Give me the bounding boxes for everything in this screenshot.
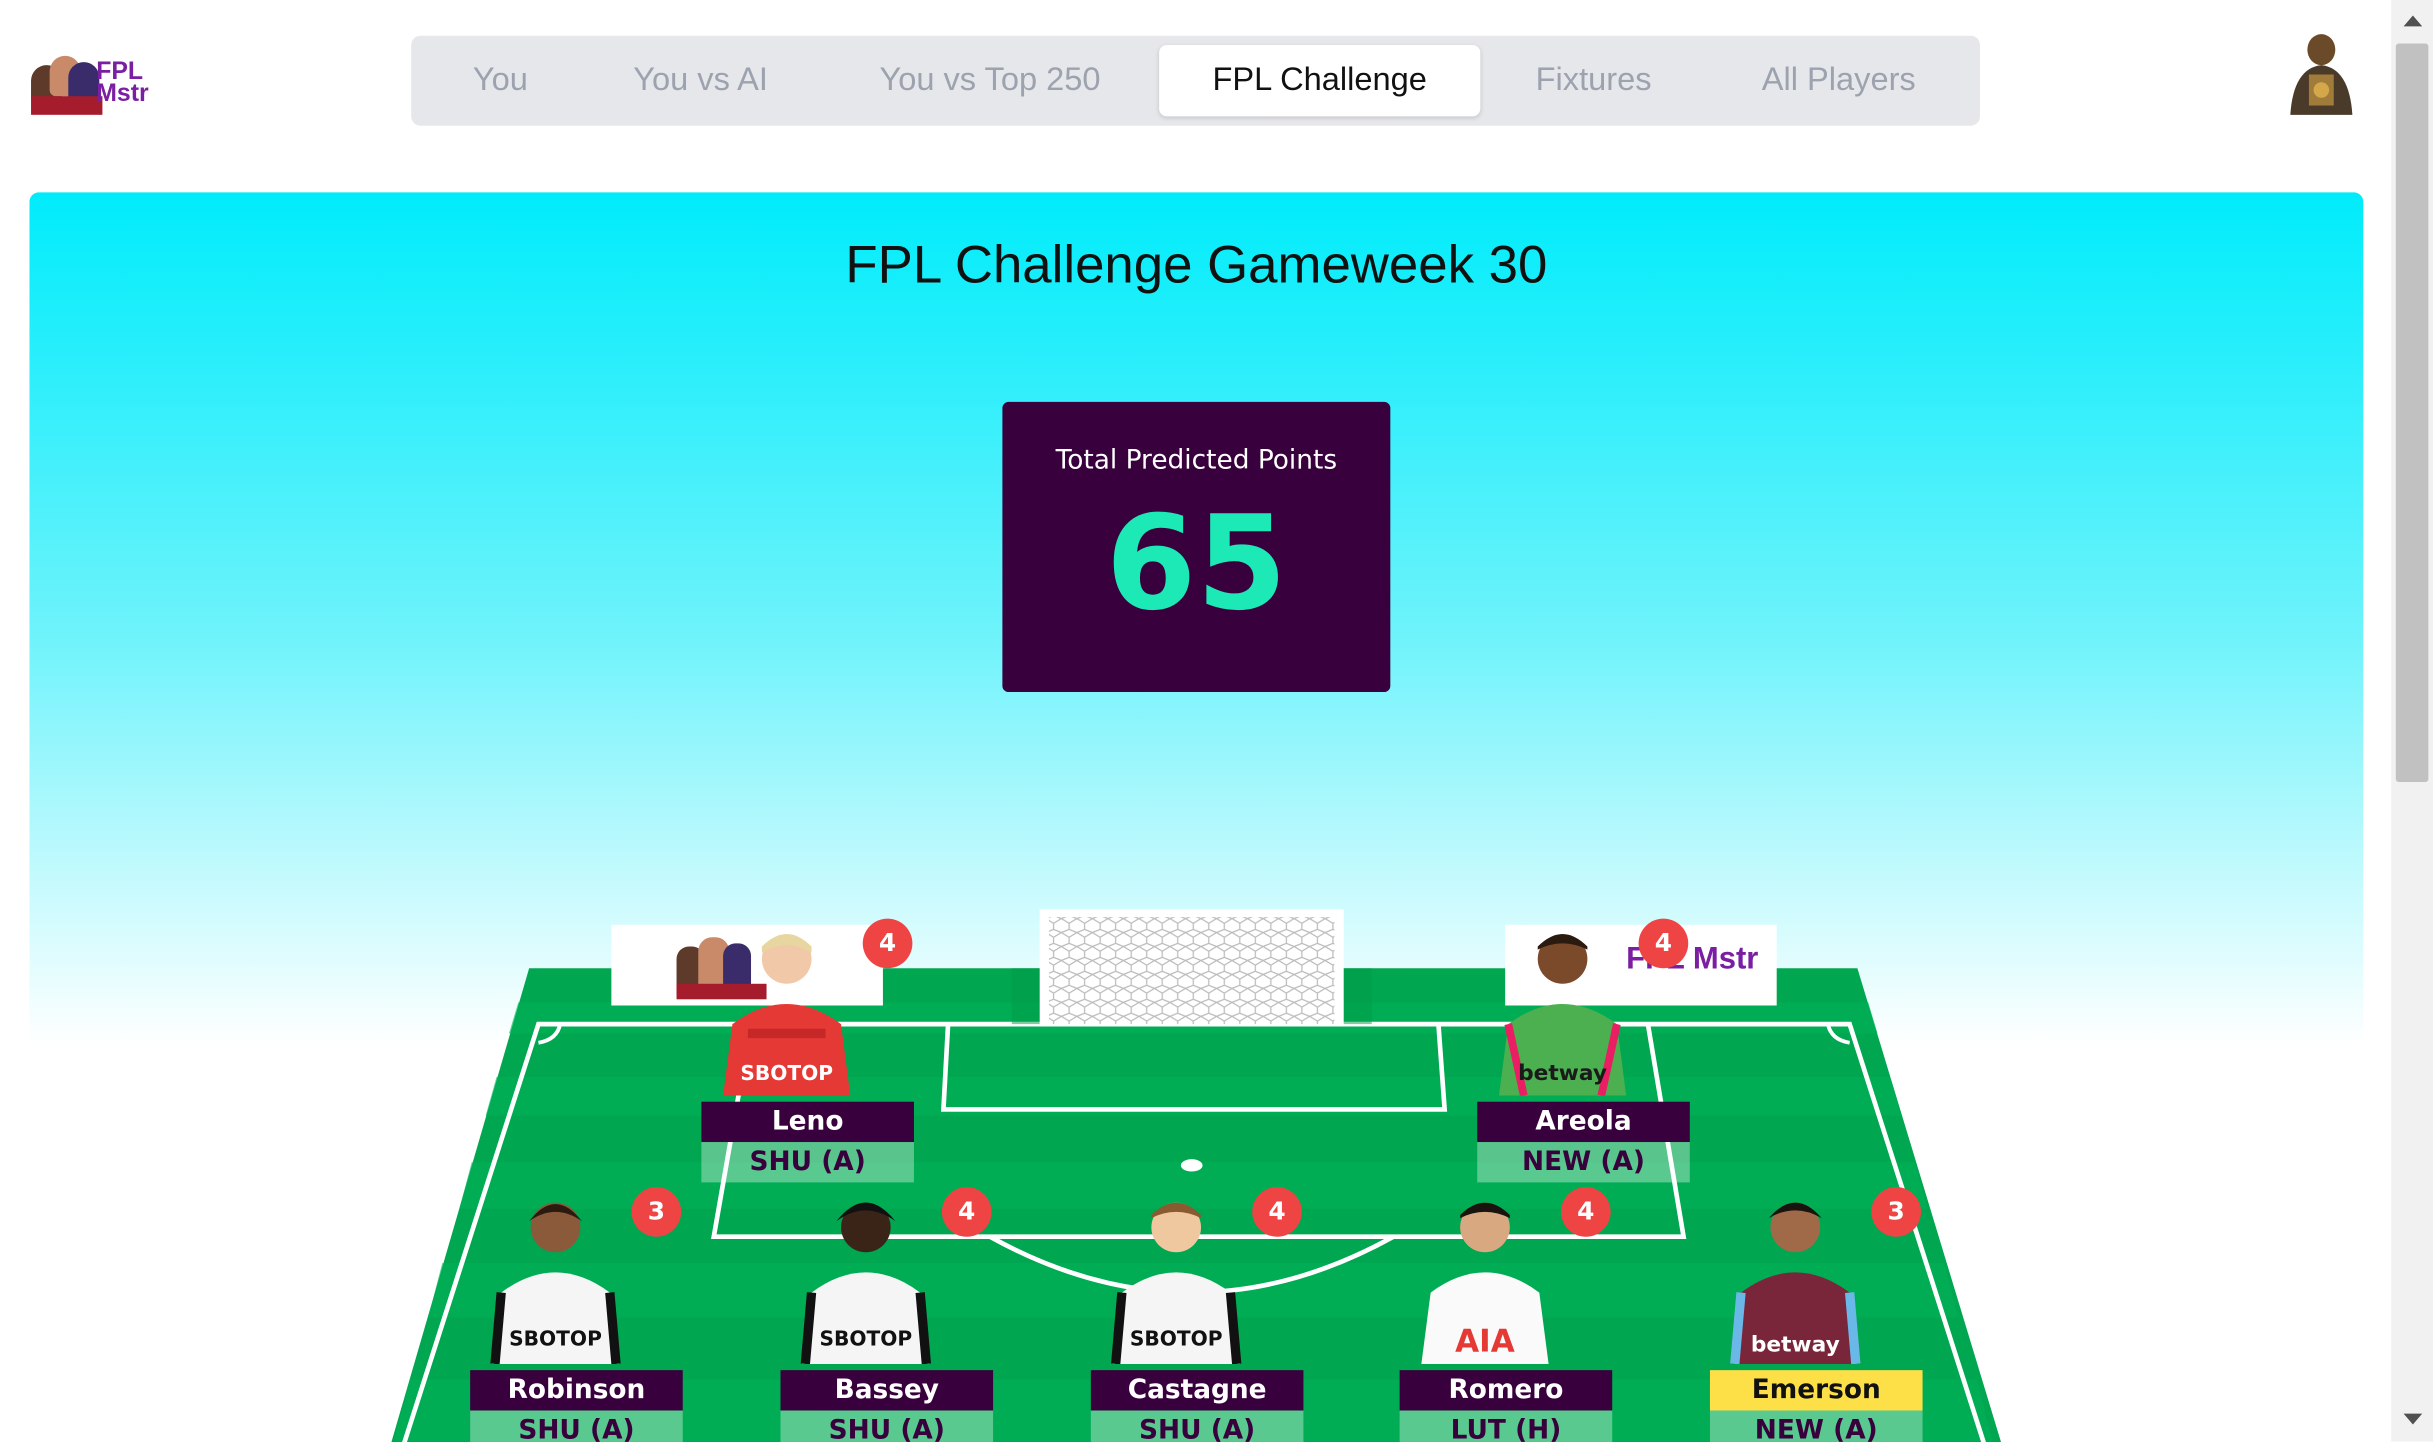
tab-you-vs-top-250[interactable]: You vs Top 250 xyxy=(821,45,1159,116)
predicted-points-badge: 4 xyxy=(862,918,913,969)
tab-fpl-challenge[interactable]: FPL Challenge xyxy=(1159,44,1481,117)
kit-red-gk-icon: SBOTOP xyxy=(723,934,851,1096)
player-name: Areola xyxy=(1477,1101,1690,1143)
predicted-points-badge: 4 xyxy=(1638,918,1689,969)
player-name: Castagne xyxy=(1090,1370,1304,1411)
tab-you[interactable]: You xyxy=(421,45,581,116)
sponsor-text: betway xyxy=(1751,1333,1840,1358)
player-card-castagne[interactable]: SBOTOP Castagne SHU (A) 4 xyxy=(1090,1187,1304,1442)
tab-all-players[interactable]: All Players xyxy=(1707,45,1971,116)
player-name: Romero xyxy=(1399,1370,1613,1411)
tab-you-vs-ai[interactable]: You vs AI xyxy=(580,45,821,116)
kit-fulham-icon: SBOTOP xyxy=(1111,1202,1242,1365)
user-avatar[interactable] xyxy=(2281,28,2362,118)
sponsor-text: SBOTOP xyxy=(740,1061,833,1085)
challenge-panel: FPL Challenge Gameweek 30 Total Predicte… xyxy=(29,192,2364,1442)
player-name: Leno xyxy=(701,1101,914,1143)
kit-westham-icon: betway xyxy=(1730,1202,1861,1365)
player-card-robinson[interactable]: SBOTOP Robinson SHU (A) 3 xyxy=(470,1187,683,1442)
predicted-points-badge: 4 xyxy=(1561,1187,1611,1237)
scroll-down-arrow-icon[interactable] xyxy=(2403,1413,2423,1425)
tab-fixtures[interactable]: Fixtures xyxy=(1480,45,1707,116)
predicted-points-badge: 4 xyxy=(1252,1187,1302,1237)
kit-green-gk-icon: betway xyxy=(1498,934,1627,1097)
player-fixture: SHU (A) xyxy=(470,1410,683,1442)
logo-faces-icon xyxy=(31,50,103,115)
player-name: Robinson xyxy=(470,1370,683,1411)
scrollbar-thumb[interactable] xyxy=(2395,43,2429,783)
app-logo[interactable]: FPL Mstr xyxy=(31,47,171,115)
sponsor-text: betway xyxy=(1518,1061,1607,1086)
sponsor-text: SBOTOP xyxy=(820,1326,913,1350)
player-name-captain: Emerson xyxy=(1709,1370,1923,1411)
player-card-romero[interactable]: AIA Romero LUT (H) 4 xyxy=(1399,1187,1613,1442)
player-fixture: LUT (H) xyxy=(1399,1410,1613,1442)
predicted-points-badge: 4 xyxy=(941,1187,992,1237)
predicted-points-badge: 3 xyxy=(1871,1187,1922,1237)
main-tabs: You You vs AI You vs Top 250 FPL Challen… xyxy=(411,35,1980,126)
kit-spurs-icon: AIA xyxy=(1421,1202,1549,1364)
player-fixture: SHU (A) xyxy=(701,1142,914,1183)
sponsor-text: SBOTOP xyxy=(1130,1326,1223,1350)
sponsor-text: SBOTOP xyxy=(509,1326,602,1350)
predicted-points-badge: 3 xyxy=(631,1187,682,1237)
kit-fulham-icon: SBOTOP xyxy=(800,1202,932,1365)
user-avatar-icon xyxy=(2290,34,2353,115)
player-card-bassey[interactable]: SBOTOP Bassey SHU (A) 4 xyxy=(780,1187,994,1442)
scroll-up-arrow-icon[interactable] xyxy=(2403,15,2423,27)
sponsor-text: AIA xyxy=(1455,1324,1515,1360)
player-fixture: NEW (A) xyxy=(1709,1410,1923,1442)
player-fixture: SHU (A) xyxy=(1090,1410,1304,1442)
player-fixture: SHU (A) xyxy=(780,1410,994,1442)
kit-fulham-icon: SBOTOP xyxy=(490,1202,621,1365)
player-card-leno[interactable]: SBOTOP Leno SHU (A) 4 xyxy=(701,918,914,1183)
page-scrollbar[interactable] xyxy=(2391,0,2433,1442)
player-fixture: NEW (A) xyxy=(1477,1142,1690,1183)
player-card-areola[interactable]: betway Areola NEW (A) 4 xyxy=(1477,918,1690,1183)
player-card-emerson[interactable]: betway Emerson NEW (A) 3 xyxy=(1709,1187,1923,1442)
logo-text: FPL Mstr xyxy=(96,58,149,108)
player-name: Bassey xyxy=(780,1370,994,1411)
